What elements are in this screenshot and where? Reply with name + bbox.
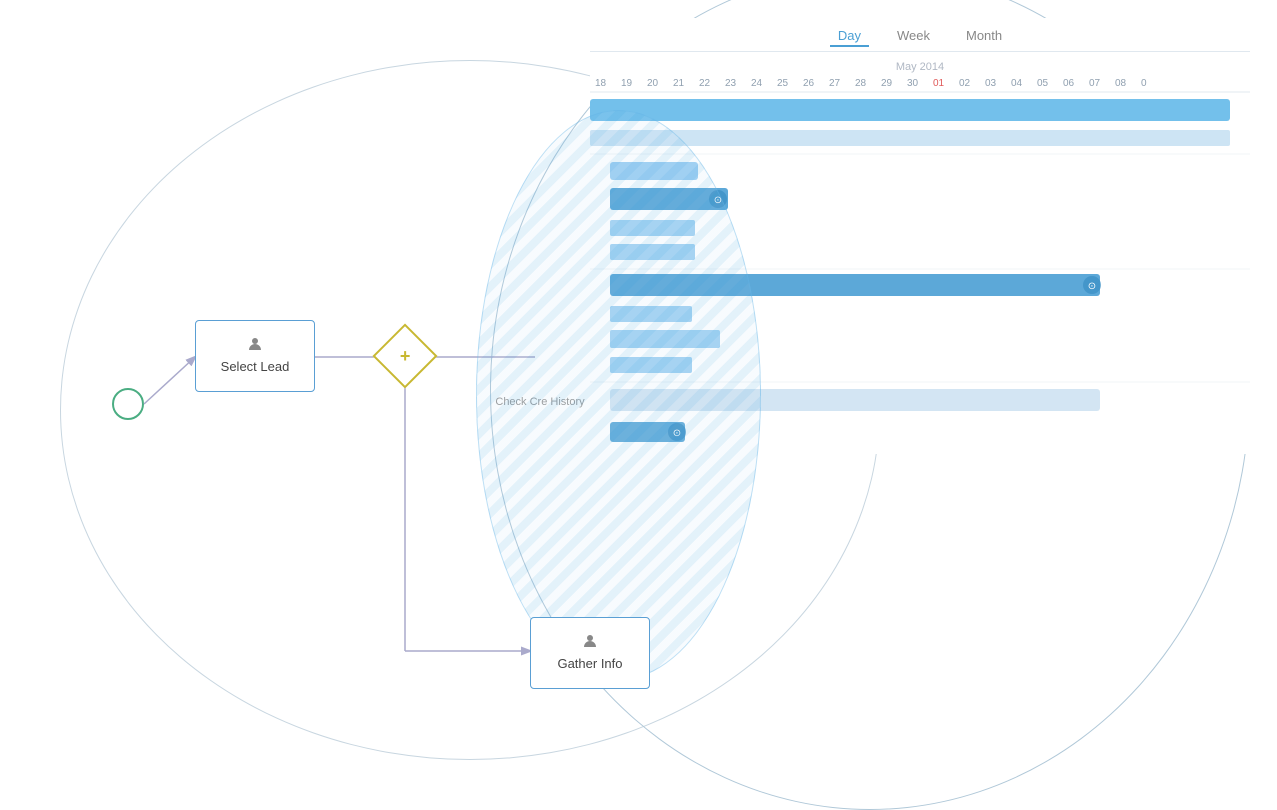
svg-text:04: 04	[1011, 78, 1023, 89]
tab-month[interactable]: Month	[958, 26, 1010, 47]
select-lead-node[interactable]: Select Lead	[195, 320, 315, 392]
svg-text:20: 20	[647, 78, 659, 89]
svg-text:0: 0	[1141, 78, 1147, 89]
svg-text:07: 07	[1089, 78, 1101, 89]
gather-info-node[interactable]: Gather Info	[530, 617, 650, 689]
svg-text:22: 22	[699, 78, 711, 89]
svg-text:24: 24	[751, 78, 763, 89]
svg-text:26: 26	[803, 78, 815, 89]
svg-text:08: 08	[1115, 78, 1127, 89]
svg-text:01: 01	[933, 78, 945, 89]
svg-text:23: 23	[725, 78, 737, 89]
month-label: May 2014	[896, 61, 944, 73]
date-row: 18 19 20 21 22 23 24 25 26 27 28 29 30 0…	[595, 78, 1147, 89]
svg-text:⊙: ⊙	[673, 428, 681, 439]
svg-text:06: 06	[1063, 78, 1075, 89]
tab-day[interactable]: Day	[830, 26, 869, 47]
gateway-node[interactable]: +	[382, 333, 428, 379]
svg-text:29: 29	[881, 78, 893, 89]
select-lead-label: Select Lead	[221, 359, 290, 376]
svg-text:03: 03	[985, 78, 997, 89]
gantt-chart-wrapper: Day Week Month May 2014 18 19 20 21 22 2…	[590, 18, 1250, 454]
gather-info-icon	[582, 633, 598, 652]
svg-text:25: 25	[777, 78, 789, 89]
check-credit-label: Check Cre History	[490, 395, 590, 409]
svg-text:⊙: ⊙	[714, 195, 722, 206]
tab-week[interactable]: Week	[889, 26, 938, 47]
gateway-plus-icon: +	[400, 347, 411, 365]
svg-text:30: 30	[907, 78, 919, 89]
gather-info-label: Gather Info	[557, 656, 622, 673]
main-container: Select Lead + Check Cre History Gather I…	[0, 0, 1277, 802]
process-start-node	[112, 388, 144, 420]
svg-text:02: 02	[959, 78, 971, 89]
gantt-tabs: Day Week Month	[590, 18, 1250, 52]
svg-text:21: 21	[673, 78, 685, 89]
svg-text:27: 27	[829, 78, 841, 89]
select-lead-icon	[247, 336, 263, 355]
gantt-svg: May 2014 18 19 20 21 22 23 24 25 26 27 2…	[590, 54, 1250, 454]
svg-text:28: 28	[855, 78, 867, 89]
svg-text:19: 19	[621, 78, 633, 89]
svg-text:⊙: ⊙	[1088, 281, 1096, 292]
svg-text:05: 05	[1037, 78, 1049, 89]
svg-text:18: 18	[595, 78, 607, 89]
